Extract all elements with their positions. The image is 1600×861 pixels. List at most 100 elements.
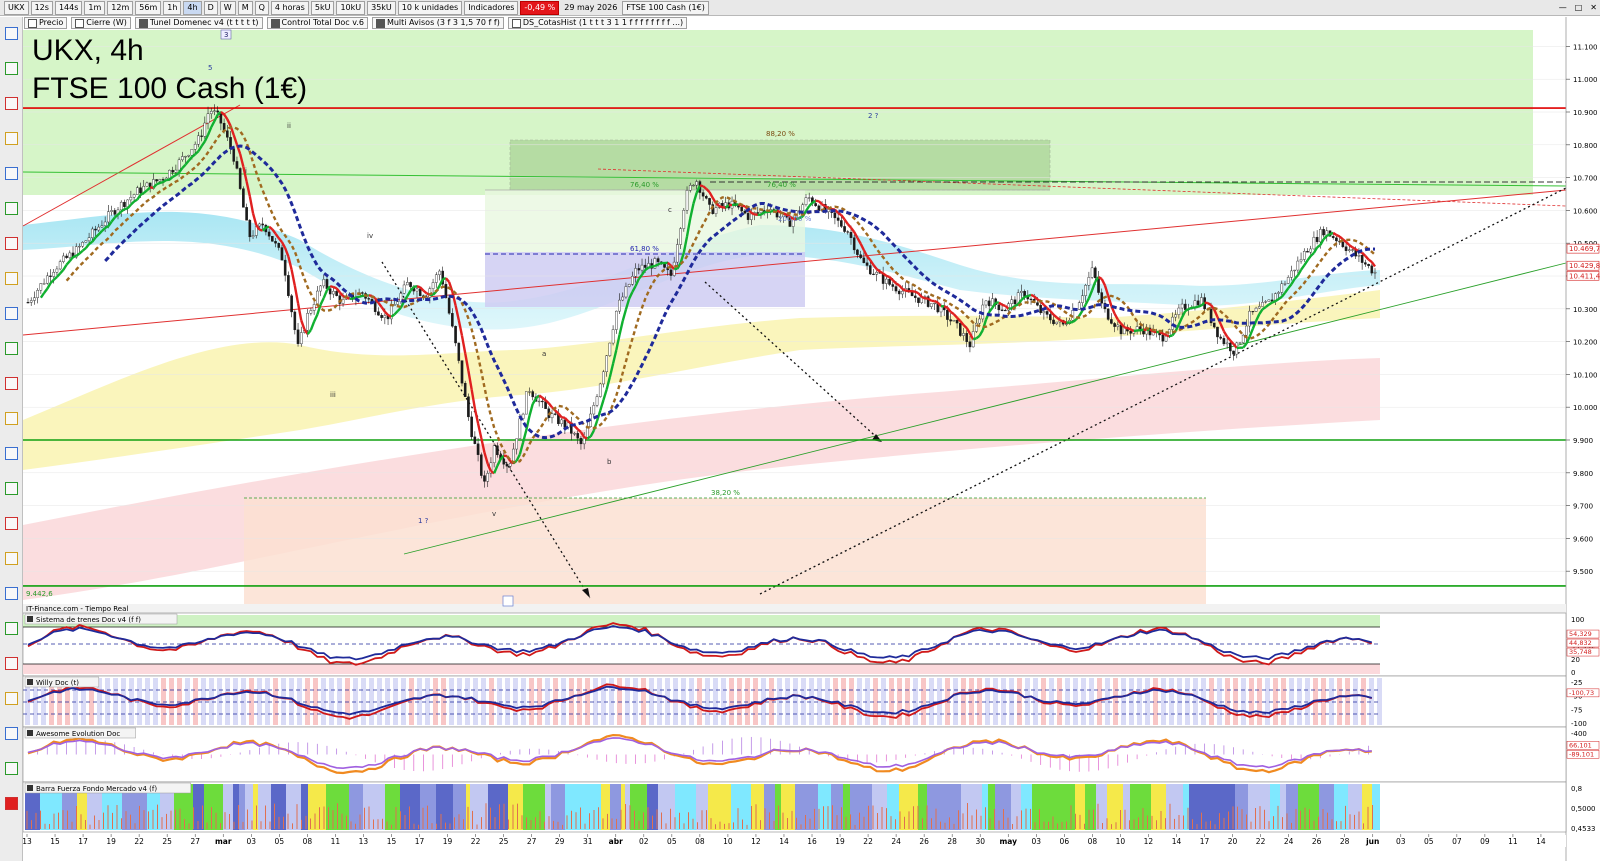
time-axis-label: 29 — [555, 837, 565, 846]
line-icon[interactable] — [5, 202, 18, 215]
candle-body — [322, 279, 326, 287]
units-select[interactable]: 10 k unidades — [397, 0, 463, 15]
ray-icon[interactable] — [5, 237, 18, 250]
tf-12m[interactable]: 12m — [107, 0, 134, 15]
tf-m[interactable]: M — [237, 0, 253, 15]
candle-body — [897, 290, 901, 295]
candle-body — [544, 401, 547, 409]
time-axis-label: 05 — [667, 837, 677, 846]
indicator-item[interactable]: Multi Avisos (3 f 3 1,5 70 f f) — [371, 17, 504, 29]
collapse-button[interactable] — [502, 595, 514, 607]
time-axis-label: 10 — [723, 837, 733, 846]
candle-body — [174, 169, 178, 173]
candle-body — [524, 391, 528, 415]
candle-body — [119, 201, 123, 211]
willy-bar — [537, 678, 542, 725]
candle-body — [33, 297, 36, 301]
fast-average-segment — [133, 198, 138, 203]
indicator-item[interactable]: DS_CotasHist (1 t t t 3 1 1 f f f f f f … — [507, 17, 688, 29]
indicator-item[interactable]: Control Total Doc v.6 — [266, 17, 368, 29]
candle-body — [58, 261, 62, 270]
hline-icon[interactable] — [5, 272, 18, 285]
candle-body — [1290, 270, 1293, 278]
willy-bar — [121, 678, 126, 725]
tf-12s[interactable]: 12s — [30, 0, 53, 15]
candle-body — [997, 304, 1001, 311]
fast-average-segment — [1133, 329, 1138, 333]
indicator-item[interactable]: Tunel Domenec v4 (t t t t t) — [134, 17, 263, 29]
units-35k[interactable]: 35kU — [367, 0, 396, 15]
force-bar — [988, 784, 995, 830]
indicator-item[interactable]: Cierre (W) — [71, 17, 131, 29]
force-bar — [436, 784, 453, 830]
indicators-button[interactable]: Indicadores — [464, 0, 519, 15]
channel-icon[interactable] — [5, 447, 18, 460]
indicator-item[interactable]: Precio — [24, 17, 68, 29]
candle-body — [463, 382, 467, 397]
candle-body — [1280, 283, 1284, 293]
fib-icon[interactable] — [5, 412, 18, 425]
panel-axis-label: 0,4533 — [1571, 825, 1596, 833]
eye-icon[interactable] — [5, 727, 18, 740]
maximize-icon[interactable]: □ — [1572, 2, 1586, 14]
candle-body — [692, 184, 695, 187]
price-chart[interactable]: UKX, 4h FTSE 100 Cash (1€) 88,20 % 76,40 … — [0, 0, 1600, 861]
pen-icon[interactable] — [5, 517, 18, 530]
time-axis-label: 16 — [807, 837, 817, 846]
candle-body — [251, 235, 255, 238]
period-select[interactable]: 4 horas — [270, 0, 309, 15]
willy-bar — [1241, 678, 1246, 725]
text-icon[interactable] — [5, 377, 18, 390]
zoom-out-icon[interactable] — [5, 132, 18, 145]
fast-average-segment — [159, 180, 164, 185]
tf-144s[interactable]: 144s — [54, 0, 83, 15]
price-tick-label: 10.800 — [1573, 142, 1598, 150]
fast-average-segment — [699, 184, 704, 188]
tf-w[interactable]: W — [219, 0, 236, 15]
tf-d[interactable]: D — [203, 0, 218, 15]
willy-bar — [577, 678, 582, 725]
tf-1m[interactable]: 1m — [84, 0, 106, 15]
tf-4h[interactable]: 4h — [183, 0, 202, 15]
fast-average-segment — [648, 265, 653, 269]
close-icon[interactable]: ✕ — [1587, 2, 1600, 14]
candle-body — [87, 237, 91, 242]
force-bar — [737, 784, 751, 830]
fast-average-segment — [885, 274, 890, 279]
bell-icon[interactable] — [5, 167, 18, 180]
symbol-select[interactable]: UKX — [4, 0, 29, 15]
force-bar — [239, 784, 245, 830]
delete-icon[interactable] — [5, 797, 18, 810]
zoom-icon[interactable] — [5, 97, 18, 110]
cursor-icon[interactable] — [5, 27, 18, 40]
units-5k[interactable]: 5kU — [310, 0, 335, 15]
candle-body — [328, 288, 332, 295]
candle-body — [611, 329, 615, 344]
candle-body — [688, 185, 692, 191]
arrow-icon[interactable] — [5, 482, 18, 495]
candle-body — [296, 329, 300, 345]
magnet-icon[interactable] — [5, 657, 18, 670]
candle-body — [90, 228, 94, 238]
time-axis-label: 08 — [695, 837, 705, 846]
ruler-icon[interactable] — [5, 552, 18, 565]
time-axis-label: 03 — [1396, 837, 1406, 846]
brush-icon[interactable] — [5, 622, 18, 635]
units-10k[interactable]: 10kU — [336, 0, 366, 15]
time-axis-label: 19 — [443, 837, 453, 846]
tf-56m[interactable]: 56m — [135, 0, 162, 15]
minimize-icon[interactable]: — — [1556, 2, 1570, 14]
willy-bar — [385, 678, 390, 725]
candle-body — [1116, 324, 1120, 327]
cross-icon[interactable] — [5, 62, 18, 75]
willy-bar — [1297, 678, 1302, 725]
lock-icon[interactable] — [5, 692, 18, 705]
fast-average-segment — [1059, 318, 1064, 323]
rect-icon[interactable] — [5, 307, 18, 320]
tf-q[interactable]: Q — [254, 0, 269, 15]
trend-icon[interactable] — [5, 342, 18, 355]
candle-body — [952, 319, 956, 322]
tf-1h[interactable]: 1h — [163, 0, 182, 15]
ellipse-icon[interactable] — [5, 587, 18, 600]
layers-icon[interactable] — [5, 762, 18, 775]
